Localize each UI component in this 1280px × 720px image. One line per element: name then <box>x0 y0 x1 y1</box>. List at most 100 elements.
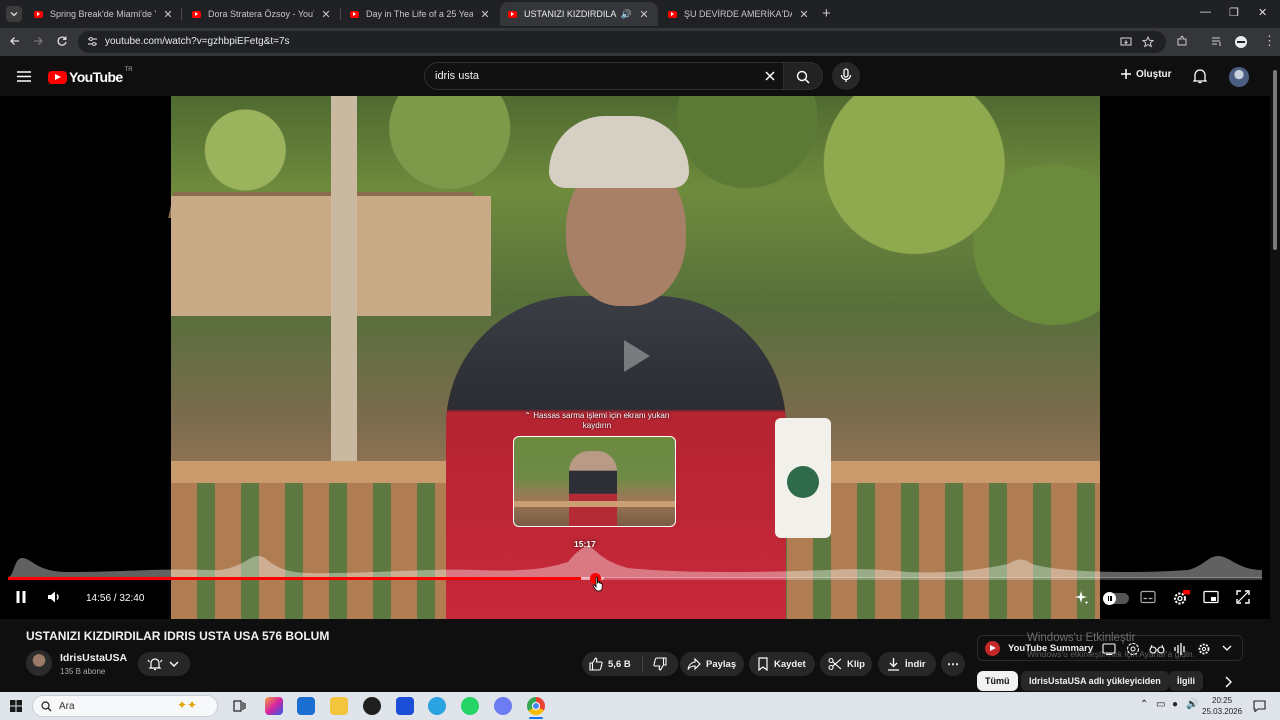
telegram-app-icon[interactable] <box>428 697 446 715</box>
pause-icon[interactable] <box>15 590 27 604</box>
file-explorer-icon[interactable] <box>330 697 348 715</box>
taskbar-search[interactable]: Ara ✦✦ <box>32 695 218 717</box>
taskbar-clock[interactable]: 20:25 25.03.2026 <box>1202 695 1242 717</box>
tab-dora-stratera[interactable]: Dora Stratera Özsoy - YouTube ✕ <box>184 2 340 26</box>
tab-search-button[interactable] <box>6 6 22 22</box>
messenger-app-icon[interactable] <box>494 697 512 715</box>
tab-close-icon[interactable]: ✕ <box>162 8 174 21</box>
voice-search-button[interactable] <box>832 62 860 90</box>
back-button[interactable] <box>9 35 21 47</box>
bookmark-star-icon[interactable] <box>1142 36 1154 48</box>
sparkle-ai-icon[interactable] <box>1074 590 1090 606</box>
tab-spring-break[interactable]: Spring Break'de Miami'de Yürü ✕ <box>26 2 182 26</box>
tab-separator <box>181 8 182 20</box>
address-bar[interactable]: youtube.com/watch?v=gzhbpiEFetg&t=7s <box>78 31 1166 53</box>
create-button[interactable]: Oluştur <box>1120 68 1172 80</box>
reload-icon <box>57 36 67 46</box>
summary-settings-icon[interactable] <box>1197 642 1211 656</box>
reload-button[interactable] <box>56 35 68 47</box>
volume-icon[interactable] <box>47 590 63 604</box>
task-view-icon[interactable] <box>233 700 246 712</box>
youtube-masthead: YouTube TR idris usta Oluştur <box>0 56 1270 96</box>
download-button[interactable]: İndir <box>878 652 936 676</box>
chrome-center <box>532 702 540 710</box>
more-actions-button[interactable]: ⋯ <box>941 652 965 676</box>
site-info-icon[interactable] <box>87 36 98 47</box>
page-scrollbar[interactable] <box>1270 56 1280 692</box>
thumbs-down-icon <box>653 657 667 671</box>
instagram-app-icon[interactable] <box>265 697 283 715</box>
hand-cursor-icon <box>592 576 603 592</box>
tab-active-video[interactable]: USTANIZI KIZDIRDILAR IDRI 🔊 ✕ <box>500 2 658 26</box>
share-button[interactable]: Paylaş <box>680 652 744 676</box>
tab-close-icon[interactable]: ✕ <box>638 8 650 21</box>
browser-menu-icon[interactable]: ⋮ <box>1263 33 1276 49</box>
clip-label: Klip <box>847 658 865 670</box>
forward-button[interactable] <box>32 35 44 47</box>
tab-su-devirde[interactable]: ŞU DEVİRDE AMERİKA'DA YAŞA ✕ <box>660 2 818 26</box>
tab-close-icon[interactable]: ✕ <box>798 8 810 21</box>
progress-bar[interactable] <box>8 577 1262 580</box>
outlook-app-icon[interactable] <box>297 697 315 715</box>
new-tab-button[interactable]: + <box>822 5 831 22</box>
extensions-icon[interactable] <box>1176 35 1188 47</box>
media-app-icon[interactable] <box>363 697 381 715</box>
subtitles-icon[interactable] <box>1140 590 1156 604</box>
tab-title: USTANIZI KIZDIRDILAR IDRI <box>524 9 617 19</box>
minimize-button[interactable]: — <box>1200 6 1211 18</box>
windows-start-icon[interactable] <box>10 700 22 712</box>
restore-button[interactable]: ❐ <box>1229 6 1239 19</box>
channel-avatar[interactable] <box>26 650 52 676</box>
taskbar-search-label: Ara <box>59 701 75 712</box>
notifications-bell-icon[interactable] <box>1193 68 1207 84</box>
chip-from-uploader[interactable]: IdrisUstaUSA adlı yükleyiciden <box>1021 671 1169 691</box>
search-input[interactable]: idris usta <box>424 62 784 90</box>
chip-related[interactable]: İlgili <box>1169 671 1203 691</box>
chevron-down-icon[interactable] <box>1222 645 1232 652</box>
search-button[interactable] <box>783 62 823 90</box>
settings-gear-icon[interactable] <box>1172 590 1190 606</box>
account-avatar[interactable] <box>1229 67 1249 87</box>
like-button[interactable]: 5,6 B <box>582 652 642 676</box>
fullscreen-icon[interactable] <box>1236 590 1250 604</box>
youtube-logo[interactable]: YouTube TR <box>48 67 133 85</box>
tab-close-icon[interactable]: ✕ <box>320 8 332 21</box>
chevron-right-icon[interactable] <box>1224 676 1232 688</box>
chip-all[interactable]: Tümü <box>977 671 1018 691</box>
dislike-button[interactable] <box>643 652 677 676</box>
tab-separator <box>340 8 341 20</box>
scrollbar-thumb[interactable] <box>1273 70 1277 250</box>
whatsapp-app-icon[interactable] <box>461 697 479 715</box>
youtube-favicon-icon <box>192 10 201 18</box>
notification-center-icon[interactable] <box>1253 700 1266 712</box>
tab-day-in-life[interactable]: Day in The Life of a 25 Year Old ✕ <box>342 2 499 26</box>
save-button[interactable]: Kaydet <box>749 652 815 676</box>
autoplay-toggle[interactable] <box>1103 592 1129 605</box>
install-app-icon[interactable] <box>1120 36 1132 48</box>
chevron-up-icon: ⌃ <box>524 411 534 420</box>
microphone-tray-icon[interactable]: ● <box>1172 699 1178 710</box>
thumbs-up-icon <box>589 657 603 671</box>
battery-icon[interactable]: ▭ <box>1156 699 1165 710</box>
tab-title: Day in The Life of a 25 Year Old <box>366 9 473 19</box>
volume-tray-icon[interactable]: 🔊 <box>1186 699 1198 710</box>
subscribed-notification-button[interactable] <box>138 652 190 676</box>
more-horizontal-icon: ⋯ <box>947 657 959 671</box>
youtube-favicon-icon <box>668 10 677 18</box>
hamburger-menu-icon[interactable] <box>17 71 31 82</box>
download-icon <box>888 658 899 671</box>
clip-button[interactable]: Klip <box>820 652 872 676</box>
tab-close-icon[interactable]: ✕ <box>479 8 491 21</box>
clear-search-icon[interactable] <box>763 69 777 83</box>
word-app-icon[interactable] <box>396 697 414 715</box>
speaker-icon[interactable]: 🔊 <box>621 9 632 20</box>
media-control-icon[interactable] <box>1211 35 1223 47</box>
channel-name[interactable]: IdrisUstaUSA <box>60 652 127 664</box>
tray-chevron-up-icon[interactable]: ⌃ <box>1140 699 1148 710</box>
video-player[interactable]: ⌃ Hassas sarma işlemi için ekranı yukarı… <box>0 96 1270 619</box>
profile-icon[interactable] <box>1235 36 1247 48</box>
chrome-app-icon[interactable] <box>527 697 545 715</box>
close-window-button[interactable]: ✕ <box>1258 6 1267 19</box>
miniplayer-icon[interactable] <box>1203 590 1219 604</box>
share-arrow-icon <box>687 657 701 671</box>
